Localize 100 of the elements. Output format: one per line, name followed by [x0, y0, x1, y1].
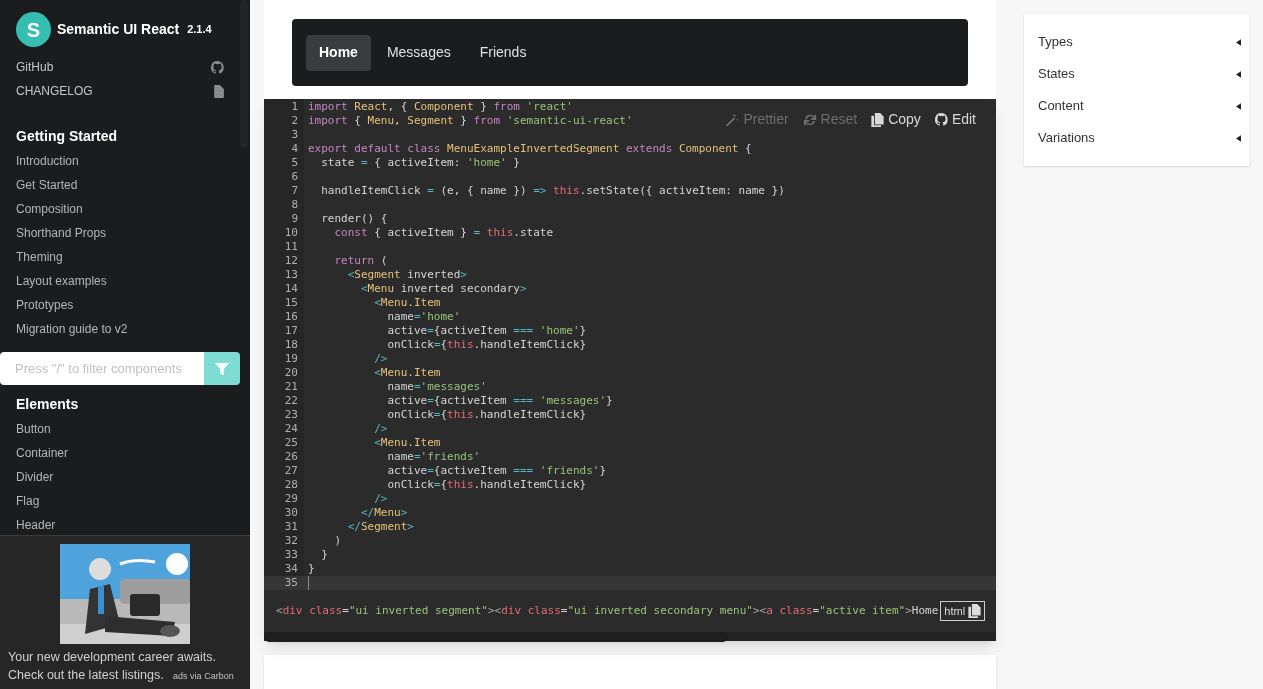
line-number: 4 — [290, 142, 298, 157]
line-number: 7 — [290, 184, 298, 199]
version-label: 2.1.4 — [187, 22, 212, 38]
caret-icon — [1236, 102, 1241, 110]
line-number: 35 — [283, 576, 298, 591]
line-number: 1 — [290, 100, 298, 115]
toc-item[interactable]: States — [1038, 64, 1075, 84]
nav-item[interactable]: Introduction — [0, 149, 250, 173]
section-heading: Elements — [15, 394, 80, 414]
line-number: 24 — [283, 422, 298, 437]
nav-item[interactable]: Container — [0, 441, 250, 465]
copy-icon — [968, 604, 982, 619]
app-title: Semantic UI React — [57, 20, 180, 39]
code-line: state = { activeItem: 'home' } — [320, 156, 520, 171]
refresh-icon — [802, 112, 817, 127]
menu-item[interactable]: Home — [306, 34, 371, 71]
line-number: 13 — [283, 268, 298, 283]
nav-item[interactable]: Shorthand Props — [0, 221, 250, 245]
code-line: onClick={this.handleItemClick} — [386, 408, 587, 423]
line-number: 23 — [283, 408, 298, 423]
code-line: </Segment> — [346, 520, 414, 535]
code-line: name='home' — [386, 310, 461, 325]
nav-item[interactable]: Flag — [0, 489, 250, 513]
code-line: <Menu.Item — [373, 436, 441, 451]
line-number: 30 — [283, 506, 298, 521]
toc-item[interactable]: Variations — [1038, 128, 1095, 148]
nav-item[interactable]: Header — [0, 513, 250, 535]
line-number: 22 — [283, 394, 298, 409]
caret-icon — [1236, 38, 1241, 46]
line-number: 31 — [283, 520, 298, 535]
code-line: onClick={this.handleItemClick} — [386, 478, 587, 493]
code-line: import { Menu, Segment } from 'semantic-ui-react' — [308, 114, 633, 129]
line-number: 16 — [283, 310, 298, 325]
nav-item[interactable]: Layout examples — [0, 269, 250, 293]
caret-icon — [1236, 70, 1241, 78]
code-line: ) — [333, 534, 342, 549]
line-number: 34 — [283, 562, 298, 577]
logo-badge: S — [16, 12, 51, 47]
code-line: /> — [373, 492, 388, 507]
filter-field[interactable]: Press "/" to filter components — [0, 352, 204, 385]
code-line: /> — [373, 352, 388, 367]
nav-item[interactable]: Composition — [0, 197, 250, 221]
line-number: 21 — [283, 380, 298, 395]
nav-item[interactable]: Theming — [0, 245, 250, 269]
code-line: <Menu.Item — [373, 366, 441, 381]
code-line: name='friends' — [386, 450, 481, 465]
code-line: <Menu.Item — [373, 296, 441, 311]
code-line: const { activeItem } = this.state — [333, 226, 554, 241]
nav-link[interactable]: CHANGELOG — [16, 82, 93, 100]
nav-item[interactable]: Prototypes — [0, 293, 250, 317]
wand-icon — [725, 112, 740, 127]
menu-item[interactable]: Messages — [373, 34, 464, 71]
line-number: 12 — [283, 254, 298, 269]
toolbar-button[interactable]: Edit — [934, 109, 976, 131]
code-line: name='messages' — [386, 380, 487, 395]
line-number: 11 — [283, 240, 298, 255]
line-number: 27 — [283, 464, 298, 479]
code-line: active={activeItem === 'messages'} — [386, 394, 613, 409]
ad-link[interactable]: ads via Carbon — [173, 671, 234, 681]
scrollbar-thumb[interactable] — [264, 631, 728, 642]
ad-text: Your new development career awaits. Check out the latest listings. ads via Carbon — [7, 649, 235, 684]
code-line: <Menu inverted secondary> — [359, 282, 527, 297]
line-number: 28 — [283, 478, 298, 493]
filter-button[interactable] — [204, 352, 240, 385]
nav-item[interactable]: Divider — [0, 465, 250, 489]
line-number: 19 — [283, 352, 298, 367]
code-line: /> — [373, 422, 388, 437]
line-number: 32 — [283, 534, 298, 549]
code-line: } — [308, 562, 315, 577]
code-line: } — [320, 548, 328, 563]
code-line: render() { — [320, 212, 388, 227]
filter-icon — [215, 361, 229, 376]
code-line: </Menu> — [359, 506, 408, 521]
caret-icon — [1236, 134, 1241, 142]
line-number: 17 — [283, 324, 298, 339]
document-icon — [214, 84, 224, 98]
github-icon — [934, 113, 948, 127]
line-number: 10 — [283, 226, 298, 241]
menu-item[interactable]: Friends — [466, 34, 540, 71]
line-number: 5 — [290, 156, 298, 171]
code-line: active={activeItem === 'home'} — [386, 324, 587, 339]
code-line: return ( — [333, 254, 388, 269]
line-number: 6 — [290, 170, 298, 185]
line-number: 26 — [283, 450, 298, 465]
line-number: 15 — [283, 296, 298, 311]
line-number: 9 — [290, 212, 298, 227]
github-icon — [211, 60, 224, 74]
nav-item[interactable]: Migration guide to v2 — [0, 317, 250, 341]
toc-item[interactable]: Types — [1038, 32, 1073, 52]
nav-item[interactable]: Button — [0, 417, 250, 441]
line-number: 2 — [290, 114, 298, 129]
line-number: 14 — [283, 282, 298, 297]
html-preview-text: <div class="ui inverted segment"><div class="ui inverted secondary menu"><a class="active item">Home — [276, 602, 939, 619]
code-line: import React, { Component } from 'react' — [308, 100, 573, 115]
nav-item[interactable]: Get Started — [0, 173, 250, 197]
toc-item[interactable]: Content — [1038, 96, 1084, 116]
toolbar-button[interactable]: Copy — [871, 109, 921, 131]
nav-link[interactable]: GitHub — [16, 58, 54, 76]
code-line: onClick={this.handleItemClick} — [386, 338, 587, 353]
line-number: 18 — [283, 338, 298, 353]
